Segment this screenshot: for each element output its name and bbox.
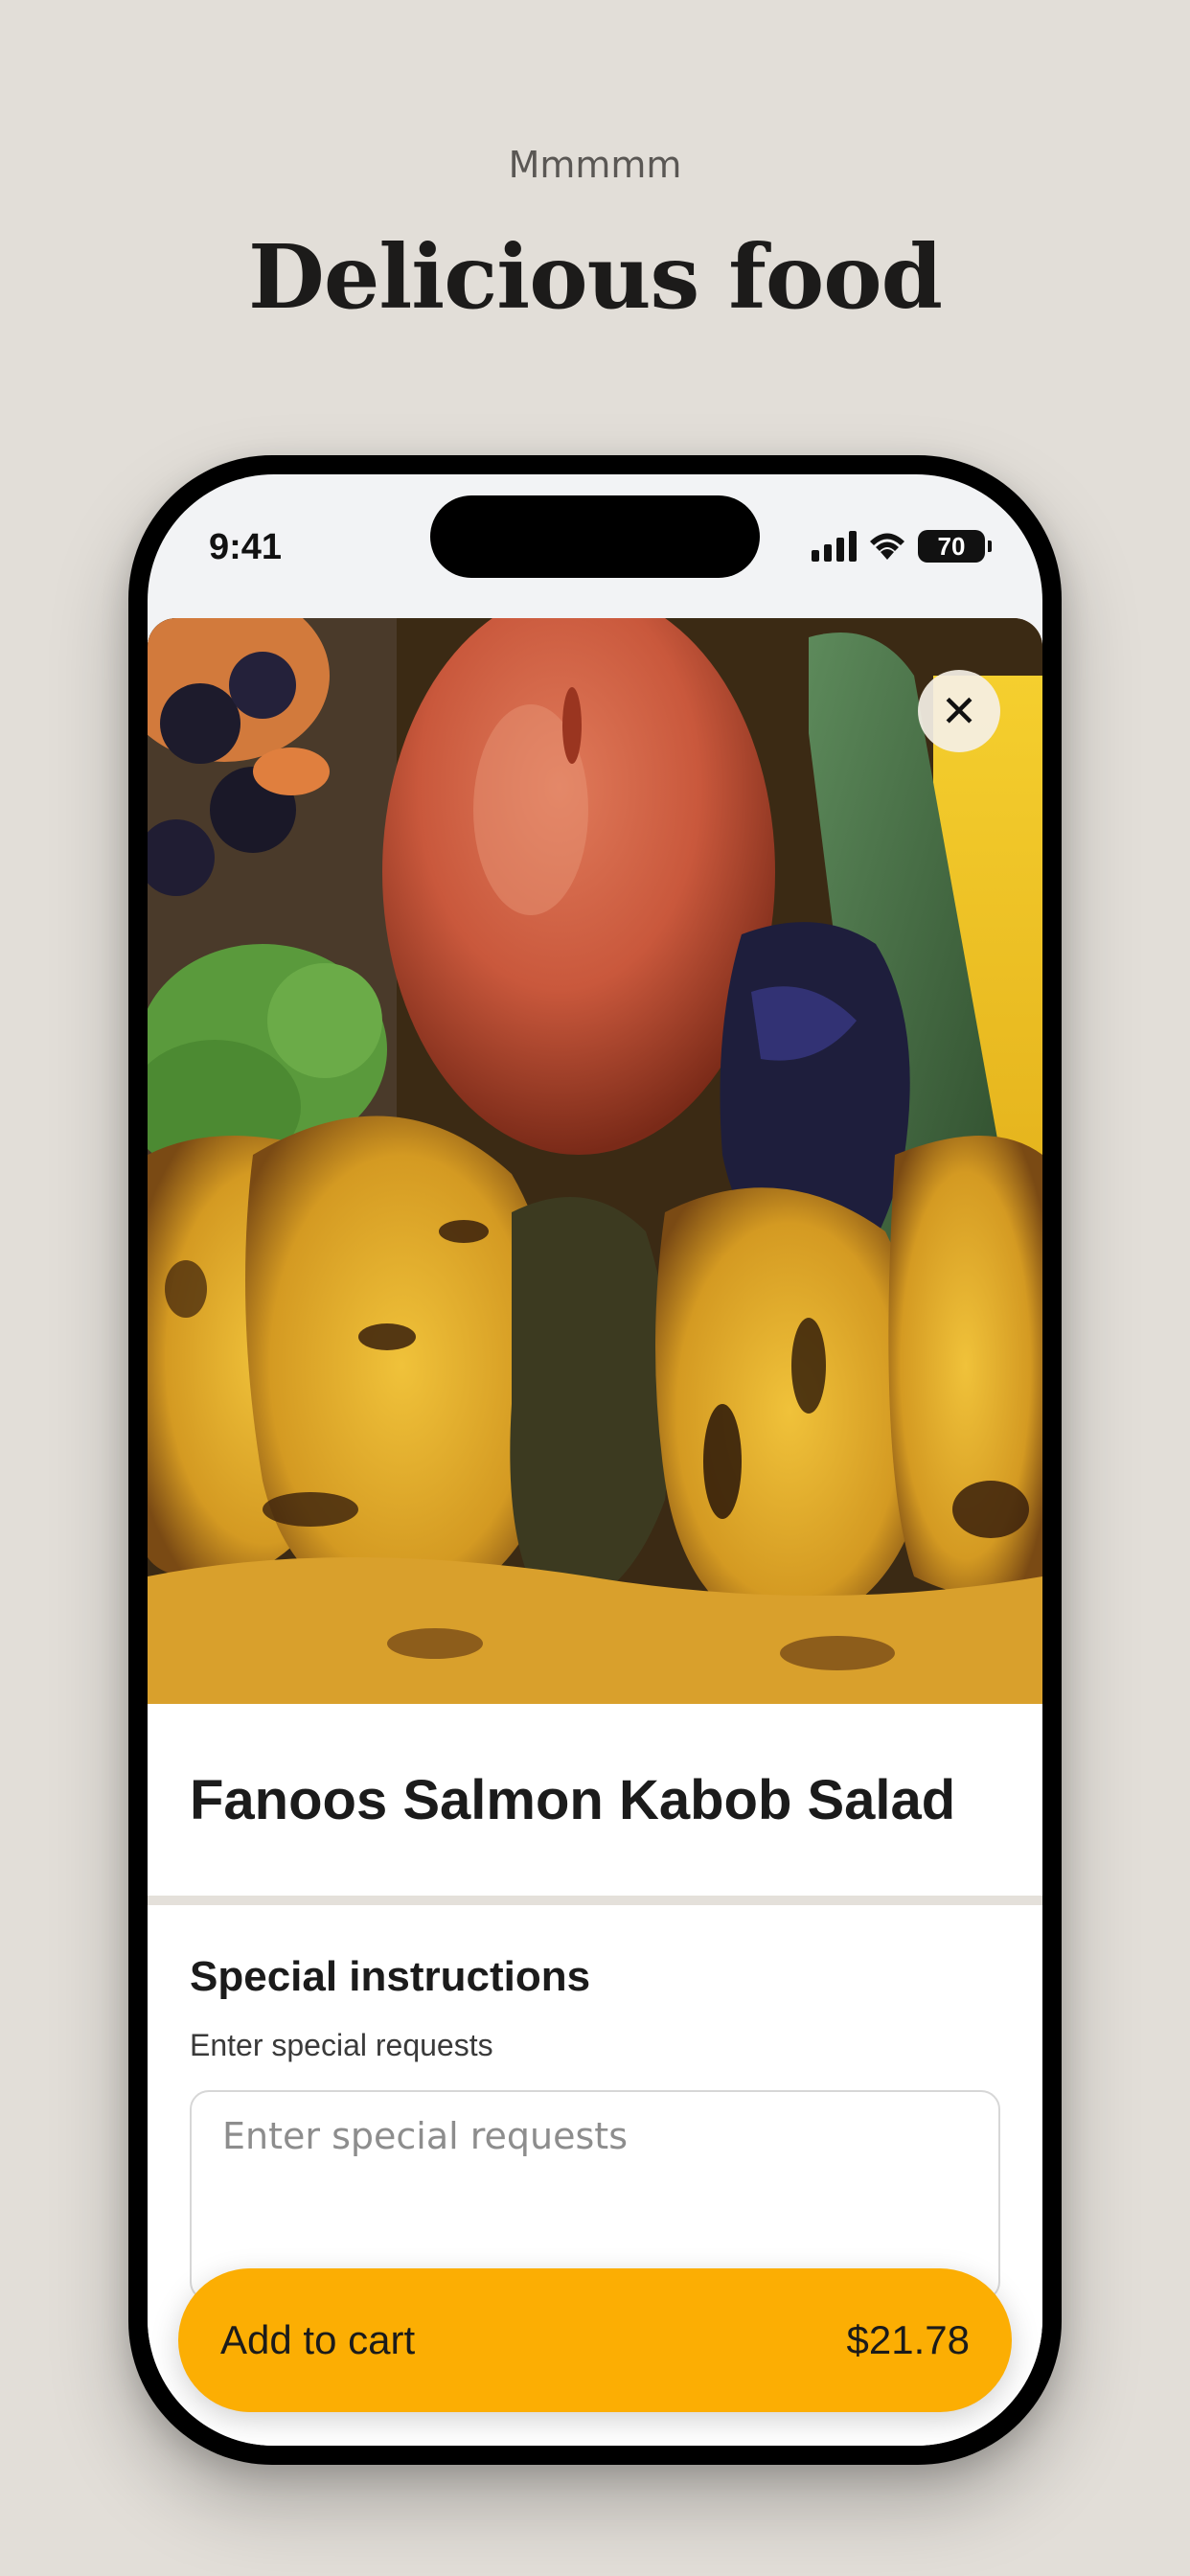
add-to-cart-button[interactable]: Add to cart $21.78	[178, 2268, 1012, 2412]
phone-frame: 9:41 70 ✕ Fanoos Salmon Kabob Salad Spec…	[128, 455, 1062, 2465]
battery-icon: 70	[918, 530, 992, 563]
close-icon: ✕	[940, 686, 978, 736]
close-button[interactable]: ✕	[918, 670, 1000, 752]
signal-icon	[812, 531, 857, 562]
status-icons: 70	[812, 530, 992, 563]
phone-screen: 9:41 70 ✕ Fanoos Salmon Kabob Salad Spec…	[148, 474, 1042, 2446]
section-divider	[148, 1896, 1042, 1905]
kabob-photo	[148, 618, 1042, 1704]
dynamic-island	[430, 495, 760, 578]
item-sheet: ✕ Fanoos Salmon Kabob Salad Special inst…	[148, 618, 1042, 2446]
wifi-icon	[870, 533, 904, 560]
eyebrow-text: Mmmmm	[508, 144, 682, 186]
special-instructions-heading: Special instructions	[190, 1953, 591, 2000]
food-image: ✕	[148, 618, 1042, 1704]
special-instructions-section: Special instructions Enter special reque…	[148, 1905, 1042, 2301]
status-time: 9:41	[209, 527, 283, 567]
add-to-cart-label: Add to cart	[220, 2317, 416, 2362]
item-title: Fanoos Salmon Kabob Salad	[190, 1768, 956, 1831]
cart-price: $21.78	[846, 2317, 970, 2362]
item-title-section: Fanoos Salmon Kabob Salad	[148, 1704, 1042, 1896]
page-headline: Delicious food	[248, 225, 943, 329]
special-instructions-label: Enter special requests	[190, 2028, 493, 2062]
